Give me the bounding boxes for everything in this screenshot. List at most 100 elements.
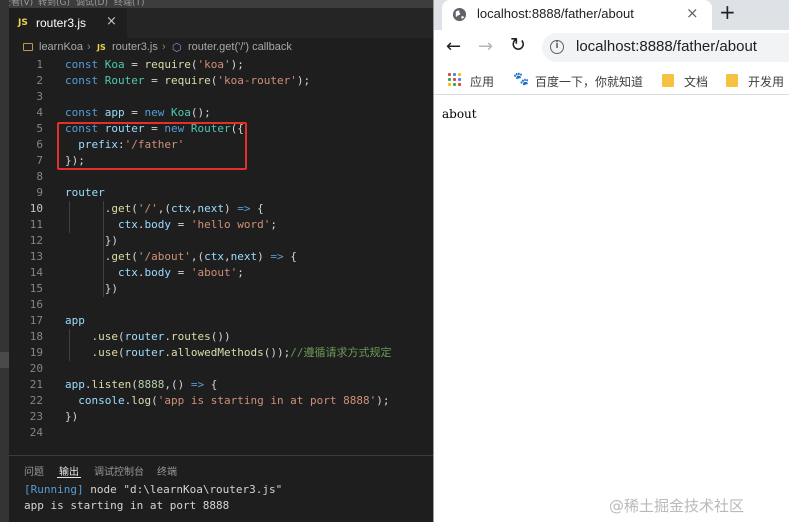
code-line[interactable]: 14 ctx.body = 'about'; xyxy=(9,265,433,281)
tab-debug-console[interactable]: 调试控制台 xyxy=(94,463,144,478)
code-line[interactable]: 23}) xyxy=(9,409,433,425)
breadcrumb-symbol[interactable]: router.get('/') callback xyxy=(188,41,292,53)
code-area[interactable]: 1 const Koa = require('koa'); 2 const Route… xyxy=(9,57,433,443)
code-text: }) xyxy=(65,410,79,423)
code-text: ctx.body = 'about'; xyxy=(117,266,244,279)
bookmark-label: 应用 xyxy=(470,75,495,89)
menu-goto[interactable]: 转到(G) xyxy=(38,0,70,8)
js-icon: JS xyxy=(18,18,28,28)
address-bar[interactable]: i localhost:8888/father/about xyxy=(542,33,789,62)
output-line-log: app is starting in at port 8888 xyxy=(24,499,230,512)
line-number: 15 xyxy=(29,282,43,295)
code-text: app.listen(8888,() => { xyxy=(65,378,218,391)
line-number: 3 xyxy=(36,90,43,103)
line-number: 23 xyxy=(29,410,43,423)
reload-icon[interactable]: ↻ xyxy=(510,34,526,56)
menu-terminal[interactable]: 终端(T) xyxy=(114,0,145,8)
code-line[interactable]: 8 xyxy=(9,169,433,185)
code-line[interactable]: 19 .use(router.allowedMethods());//遵循请求方… xyxy=(9,345,433,361)
forward-icon[interactable]: → xyxy=(478,36,493,57)
browser-window: localhost:8888/father/about × + ← → ↻ i … xyxy=(433,0,789,522)
code-line[interactable]: 3 xyxy=(9,89,433,105)
browser-tab-title: localhost:8888/father/about xyxy=(477,6,634,21)
chevron-right-icon: › xyxy=(162,41,166,53)
line-number: 7 xyxy=(36,154,43,167)
code-text: console.log('app is starting in at port … xyxy=(78,394,390,407)
active-tab-underline xyxy=(57,477,81,478)
code-line[interactable]: 4 const app = new Koa(); xyxy=(9,105,433,121)
globe-icon xyxy=(452,7,467,22)
code-line[interactable]: 20 xyxy=(9,361,433,377)
line-number: 19 xyxy=(29,346,43,359)
code-line[interactable]: 21 app.listen(8888,() => { xyxy=(9,377,433,393)
line-number: 13 xyxy=(29,250,43,263)
breadcrumb-folder[interactable]: learnKoa xyxy=(39,41,83,53)
line-number: 9 xyxy=(36,186,43,199)
code-line[interactable]: 18 .use(router.routes()) xyxy=(9,329,433,345)
tab-output[interactable]: 输出 xyxy=(59,463,79,478)
line-number: 2 xyxy=(36,74,43,87)
line-number: 24 xyxy=(29,426,43,439)
code-line[interactable]: 15 }) xyxy=(9,281,433,297)
folder-icon xyxy=(726,74,738,87)
bookmark-label: 百度一下，你就知道 xyxy=(535,75,644,89)
code-text: app xyxy=(65,314,85,327)
code-line[interactable]: 22 console.log('app is starting in at po… xyxy=(9,393,433,409)
code-line[interactable]: 17 app xyxy=(9,313,433,329)
line-number: 17 xyxy=(29,314,43,327)
output-panel: 问题 输出 调试控制台 终端 [Running] node "d:\learnK… xyxy=(9,455,433,522)
code-line[interactable]: 10 .get('/',(ctx,next) => { xyxy=(9,201,433,217)
tab-router3-js[interactable]: JS router3.js × xyxy=(9,8,127,38)
bookmark-label: 开发用 xyxy=(748,75,785,89)
tab-problems[interactable]: 问题 xyxy=(24,463,44,478)
bookmark-label: 文档 xyxy=(684,75,709,89)
tab-terminal[interactable]: 终端 xyxy=(157,463,177,478)
line-number: 8 xyxy=(36,170,43,183)
code-line[interactable]: 1 const Koa = require('koa'); xyxy=(9,57,433,73)
apps-grid-icon xyxy=(448,73,462,87)
close-icon[interactable]: × xyxy=(106,14,117,29)
page-body-text: about xyxy=(442,107,477,121)
code-text: ctx.body = 'hello word'; xyxy=(117,218,277,231)
menu-bar: 查看(V) 转到(G) 调试(D) 终端(T) xyxy=(0,0,433,8)
info-icon[interactable]: i xyxy=(550,40,564,54)
breadcrumb-file[interactable]: router3.js xyxy=(112,41,158,53)
line-number: 22 xyxy=(29,394,43,407)
activity-bar xyxy=(0,0,9,522)
code-line[interactable]: 16 xyxy=(9,297,433,313)
cube-icon: ⬡ xyxy=(172,42,182,54)
baidu-paw-icon: 🐾 xyxy=(513,72,530,87)
line-number: 6 xyxy=(36,138,43,151)
code-line[interactable]: 2 const Router = require('koa-router'); xyxy=(9,73,433,89)
line-number: 10 xyxy=(29,202,43,215)
browser-tab[interactable]: localhost:8888/father/about × xyxy=(442,0,712,30)
code-text: .use(router.allowedMethods());//遵循请求方式规定 xyxy=(65,346,392,359)
code-text: .use(router.routes()) xyxy=(65,330,231,343)
breadcrumb: learnKoa › JS router3.js › ⬡ router.get(… xyxy=(9,38,433,57)
code-text: }) xyxy=(65,282,118,295)
code-line[interactable]: 24 xyxy=(9,425,433,441)
code-text: const Koa = require('koa'); xyxy=(65,58,244,71)
folder-icon xyxy=(662,74,674,87)
code-line[interactable]: 13 .get('/about',(ctx,next) => { xyxy=(9,249,433,265)
close-icon[interactable]: × xyxy=(686,4,699,22)
line-number: 18 xyxy=(29,330,43,343)
page-content: about @稀土掘金技术社区 xyxy=(434,96,789,522)
code-line[interactable]: 9 router xyxy=(9,185,433,201)
menu-debug[interactable]: 调试(D) xyxy=(76,0,108,8)
code-line[interactable]: 11 ctx.body = 'hello word'; xyxy=(9,217,433,233)
new-tab-button[interactable]: + xyxy=(719,0,736,24)
code-line[interactable]: 12 }) xyxy=(9,233,433,249)
tab-title: router3.js xyxy=(36,16,87,30)
code-text: const app = new Koa(); xyxy=(65,106,211,119)
output-line-running: [Running] node "d:\learnKoa\router3.js" xyxy=(24,483,282,496)
url-text[interactable]: localhost:8888/father/about xyxy=(576,38,757,55)
line-number: 16 xyxy=(29,298,43,311)
back-icon[interactable]: ← xyxy=(446,36,461,57)
code-text: }) xyxy=(65,234,118,247)
code-text: router xyxy=(65,186,105,199)
code-text: .get('/',(ctx,next) => { xyxy=(65,202,264,215)
bookmarks-bar: 应用 🐾 百度一下，你就知道 文档 开发用 xyxy=(434,66,789,95)
line-number: 4 xyxy=(36,106,43,119)
line-number: 12 xyxy=(29,234,43,247)
